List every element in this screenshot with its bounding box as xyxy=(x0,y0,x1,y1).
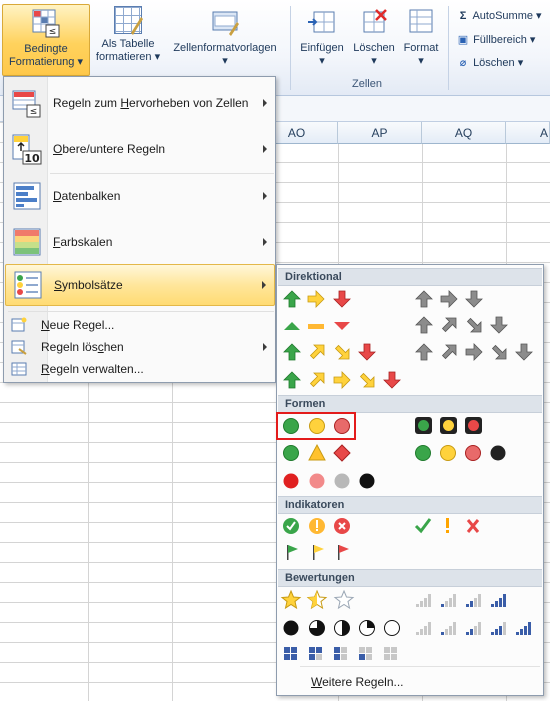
submenu-arrow-icon xyxy=(262,281,266,289)
insert-cells-label: Einfügen xyxy=(300,42,344,54)
delete-cells-label: Löschen xyxy=(353,42,395,54)
icon-sets-submenu: Direktional Formen Indikatoren Bewertung… xyxy=(276,264,544,696)
cells-group-label: Zellen xyxy=(352,78,382,90)
clear-rules-icon xyxy=(11,339,27,355)
insert-cells-button[interactable]: Einfügen ▾ xyxy=(296,4,348,68)
insert-cells-dropdown: ▾ xyxy=(319,55,325,67)
section-header-directional: Direktional xyxy=(278,268,542,286)
menu-item-new-rule[interactable]: Neue Regel... xyxy=(5,314,275,336)
svg-text:≤: ≤ xyxy=(30,107,38,117)
clear-label: Löschen xyxy=(473,57,515,69)
conditional-formatting-label-1: Bedingte xyxy=(24,43,68,55)
fill-down-icon: ▣ xyxy=(457,34,469,46)
svg-text:≤: ≤ xyxy=(49,27,57,37)
submenu-arrow-icon xyxy=(263,99,267,107)
format-cells-button[interactable]: Format ▾ xyxy=(400,4,442,68)
submenu-arrow-icon xyxy=(263,145,267,153)
conditional-formatting-menu: ≤ Regeln zum Hervorheben von Zellen 10 O… xyxy=(3,76,276,383)
format-cells-label: Format xyxy=(403,42,439,54)
menu-item-label: Regeln löschen xyxy=(41,340,124,354)
format-as-table-label-2: formatieren ▾ xyxy=(95,51,161,63)
more-rules-item[interactable]: Weitere Regeln... xyxy=(311,675,404,689)
conditional-formatting-button[interactable]: ≤ Bedingte Formatierung ▾ xyxy=(2,4,90,76)
top-bottom-rules-icon: 10 xyxy=(11,133,43,165)
menu-item-clear-rules[interactable]: Regeln löschen xyxy=(5,336,275,358)
menu-item-label: Symbolsätze xyxy=(54,278,123,292)
format-cells-dropdown: ▾ xyxy=(418,55,424,67)
delete-cells-icon xyxy=(358,6,390,38)
manage-rules-icon xyxy=(11,361,27,377)
menu-item-label: Regeln zum Hervorheben von Zellen xyxy=(53,96,249,110)
fill-button[interactable]: ▣ Füllbereich ▾ xyxy=(456,33,536,46)
selected-icon-set-highlight xyxy=(276,412,356,440)
format-as-table-button[interactable]: Als Tabelle formatieren ▾ xyxy=(94,4,162,64)
color-scales-icon xyxy=(11,226,43,258)
group-separator xyxy=(290,6,291,90)
highlight-rules-icon: ≤ xyxy=(11,87,43,119)
section-header-shapes: Formen xyxy=(278,395,542,413)
format-as-table-label-1: Als Tabelle xyxy=(101,38,155,50)
submenu-arrow-icon xyxy=(263,238,267,246)
menu-item-label: Neue Regel... xyxy=(41,318,115,332)
column-header-ar[interactable]: A xyxy=(506,122,550,144)
menu-item-label: Farbskalen xyxy=(53,235,113,249)
delete-cells-dropdown: ▾ xyxy=(371,55,377,67)
table-format-icon xyxy=(114,6,143,35)
autosum-label: AutoSumme xyxy=(472,10,533,22)
conditional-formatting-icon: ≤ xyxy=(30,7,62,39)
group-separator xyxy=(448,6,449,90)
menu-item-label: Datenbalken xyxy=(53,189,121,203)
menu-item-top-bottom[interactable]: 10 Obere/untere Regeln xyxy=(5,127,275,171)
fill-label: Füllbereich xyxy=(473,34,527,46)
cell-styles-button[interactable]: Zellenformatvorlagen ▾ xyxy=(166,4,284,68)
delete-cells-button[interactable]: Löschen ▾ xyxy=(350,4,398,68)
submenu-arrow-icon xyxy=(263,192,267,200)
menu-separator xyxy=(50,173,274,174)
clear-button[interactable]: ⌀ Löschen ▾ xyxy=(456,56,524,69)
menu-separator xyxy=(8,311,274,312)
eraser-icon: ⌀ xyxy=(459,57,467,69)
format-cells-icon xyxy=(405,6,437,38)
menu-item-highlight-cells[interactable]: ≤ Regeln zum Hervorheben von Zellen xyxy=(5,81,275,125)
cell-styles-icon xyxy=(209,6,241,38)
conditional-formatting-label-2: Formatierung ▾ xyxy=(9,56,83,68)
sigma-icon: Σ xyxy=(459,10,467,22)
submenu-arrow-icon xyxy=(263,343,267,351)
column-header-ap[interactable]: AP xyxy=(338,122,422,144)
menu-item-label: Regeln verwalten... xyxy=(41,362,144,376)
menu-item-manage-rules[interactable]: Regeln verwalten... xyxy=(5,358,275,380)
data-bars-icon xyxy=(11,180,43,212)
svg-text:10: 10 xyxy=(24,152,40,165)
icon-sets-icon xyxy=(12,269,44,301)
menu-item-data-bars[interactable]: Datenbalken xyxy=(5,175,275,217)
menu-item-icon-sets[interactable]: Symbolsätze xyxy=(5,264,275,306)
section-header-ratings: Bewertungen xyxy=(278,569,542,587)
column-header-aq[interactable]: AQ xyxy=(422,122,506,144)
submenu-separator xyxy=(300,666,540,667)
insert-cells-icon xyxy=(306,6,338,38)
new-rule-icon xyxy=(11,317,27,333)
autosum-button[interactable]: Σ AutoSumme ▾ xyxy=(456,9,542,22)
cell-styles-dropdown: ▾ xyxy=(222,55,228,67)
menu-item-label: Obere/untere Regeln xyxy=(53,142,166,156)
menu-item-color-scales[interactable]: Farbskalen xyxy=(5,221,275,263)
cell-styles-label: Zellenformatvorlagen xyxy=(173,42,277,54)
section-header-indicators: Indikatoren xyxy=(278,496,542,514)
